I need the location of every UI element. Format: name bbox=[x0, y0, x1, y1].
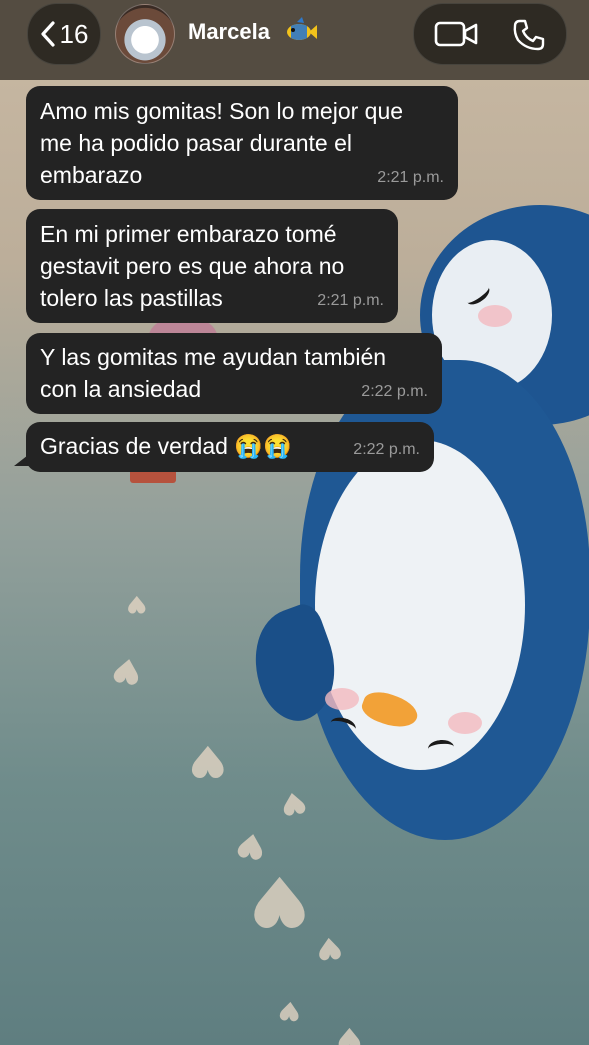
penguin-cheek bbox=[478, 305, 512, 327]
message-time: 2:22 p.m. bbox=[361, 383, 428, 400]
message-text: Y las gomitas me ayudan también bbox=[40, 344, 387, 370]
heart-icon: ♥ bbox=[336, 1020, 363, 1045]
message-text: gestavit pero es que ahora no bbox=[40, 253, 345, 279]
heart-icon: ♥ bbox=[126, 590, 148, 618]
message-text: En mi primer embarazo tomé bbox=[40, 221, 337, 247]
video-call-icon[interactable] bbox=[434, 20, 478, 48]
message-time: 2:21 p.m. bbox=[317, 292, 384, 309]
message-text: Amo mis gomitas! Son lo mejor que bbox=[40, 98, 404, 124]
message-bubble[interactable]: Y las gomitas me ayudan también con la a… bbox=[26, 333, 442, 414]
heart-icon: ♥ bbox=[277, 782, 310, 823]
contact-name[interactable]: Marcela bbox=[188, 19, 270, 45]
heart-icon: ♥ bbox=[188, 735, 228, 786]
penguin-eye bbox=[427, 738, 455, 758]
chat-header: 16 Marcela bbox=[0, 0, 589, 80]
heart-icon: ♥ bbox=[108, 647, 146, 693]
heart-icon: ♥ bbox=[314, 928, 345, 967]
message-bubble[interactable]: Gracias de verdad 😭😭 2:22 p.m. bbox=[26, 422, 434, 472]
message-time: 2:22 p.m. bbox=[353, 441, 420, 458]
heart-icon: ♥ bbox=[248, 860, 311, 942]
back-button[interactable]: 16 bbox=[27, 3, 101, 65]
message-bubble[interactable]: Amo mis gomitas! Son lo mejor que me ha … bbox=[26, 86, 458, 200]
message-time: 2:21 p.m. bbox=[377, 169, 444, 186]
heart-icon: ♥ bbox=[276, 994, 303, 1026]
message-bubble[interactable]: En mi primer embarazo tomé gestavit pero… bbox=[26, 209, 398, 323]
unread-count: 16 bbox=[59, 18, 89, 49]
chevron-left-icon bbox=[40, 21, 55, 47]
call-actions bbox=[413, 3, 567, 65]
penguin-cheek bbox=[325, 688, 359, 710]
phone-call-icon[interactable] bbox=[512, 18, 546, 52]
avatar[interactable] bbox=[115, 4, 175, 64]
penguin-cheek bbox=[448, 712, 482, 734]
fish-icon bbox=[287, 17, 317, 40]
message-text: me ha podido pasar durante el bbox=[40, 130, 352, 156]
